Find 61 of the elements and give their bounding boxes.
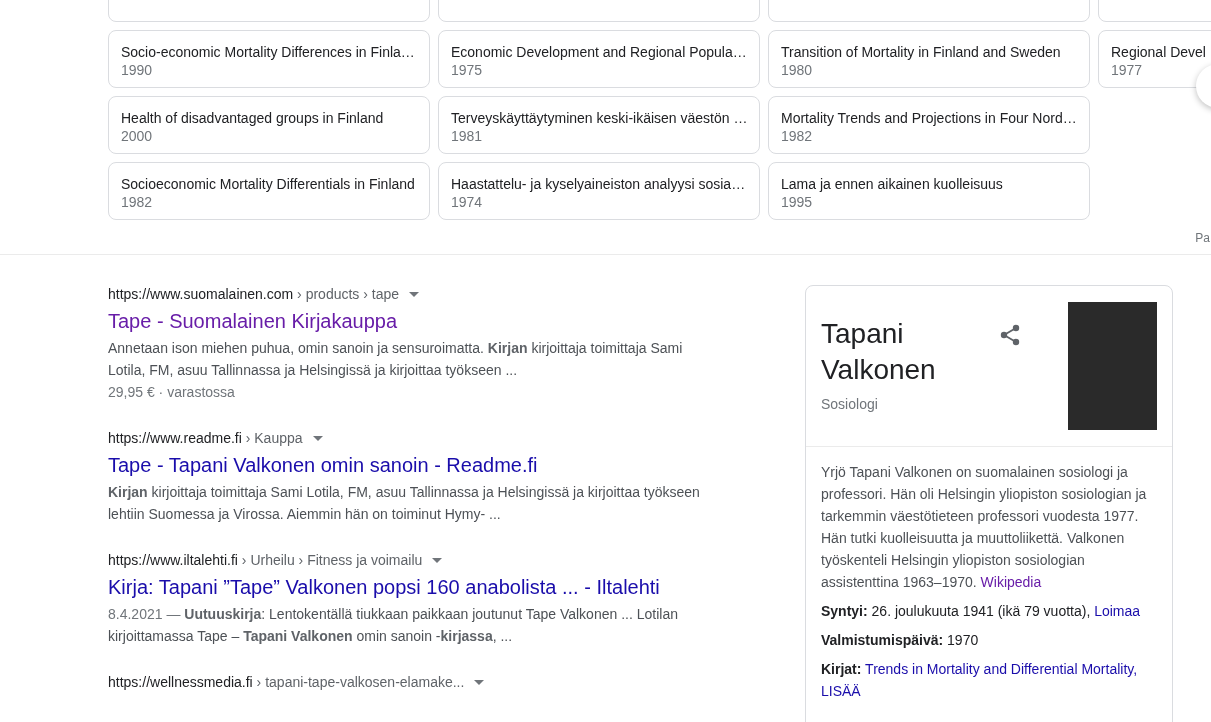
book-title: Lama ja ennen aikainen kuolleisuus (781, 175, 1004, 193)
result-url: https://wellnessmedia.fi (108, 673, 253, 691)
book-card[interactable]: Haastattelu- ja kyselyaineiston analyysi sosia… 1974 (438, 162, 760, 220)
result-title-link[interactable]: Tape - Tapani Valkonen omin sanoin - Readme.fi (108, 452, 538, 478)
feedback-link[interactable]: Pa (1195, 230, 1210, 245)
result-breadcrumb: › tapani-tape-valkosen-elamake... (255, 673, 465, 691)
result-snippet: Annetaan ison miehen puhua, omin sanoin ja sensuroimatta. Kirjan kirjoittaja toimittaja Sami Lotila, FM, asuu Tallinnassa ja Helsingissä ja kirjoittaa työkseen ... (108, 339, 684, 380)
caret-icon[interactable] (474, 679, 485, 685)
price-info: 29,95 € · varastossa (108, 383, 236, 402)
result-snippet: 8.4.2021 — Uutuuskirja: Lentokentällä tiukkaan paikkaan joutunut Tape Valkonen ... Lotilan kirjoittamassa Tape – Tapani Valkonen omin sanoin -kirjassa, ... (108, 605, 679, 646)
book-title: Socio-economic Mortality Differences in Finla… (121, 43, 416, 61)
person-name: Tapani Valkonen (821, 317, 937, 387)
book-year: 2000 (121, 127, 154, 145)
book-year: 1981 (451, 127, 484, 145)
book-card[interactable]: Lama ja ennen aikainen kuolleisuus 1995 (768, 162, 1090, 220)
result-url: https://www.iltalehti.fi (108, 551, 238, 569)
book-year: 1977 (1111, 61, 1144, 79)
book-year: 1990 (121, 61, 154, 79)
book-year: 1974 (451, 193, 484, 211)
book-title: Economic Development and Regional Popula… (451, 43, 747, 61)
result-snippet: Kirjan kirjoittaja toimittaja Sami Lotila, FM, asuu Tallinnassa ja Helsingissä ja kirjoittaa työkseen lehtiin Suomessa ja Virossa. Aiemmin hän on toiminut Hymy- ... (108, 483, 701, 524)
fact-row-text: Kirjat: Trends in Mortality and Differential Mortality, LISÄÄ (821, 660, 1139, 701)
person-description: Yrjö Tapani Valkonen on suomalainen sosiologi ja professori. Hän oli Helsingin yliopiston sosiologian ja tarkemmin väestötieteen professori vuodesta 1977. Hän tutki kuolleisuutta ja muuttoliikettä. Valkonen työskenteli Helsingin yliopiston sosiologian assistenttina 1963–1970. Wikipedia (821, 463, 1148, 592)
book-title: Transition of Mortality in Finland and Sweden (781, 43, 1062, 61)
result-breadcrumb: › Kauppa (244, 429, 303, 447)
book-year: 1980 (781, 61, 814, 79)
book-title: Mortality Trends and Projections in Four Nord… (781, 109, 1077, 127)
book-card[interactable]: Terveyskäyttäytyminen keski-ikäisen väestön … 1981 (438, 96, 760, 154)
book-year: 1982 (121, 193, 154, 211)
photo-placeholder[interactable] (1068, 302, 1157, 430)
result-title-link[interactable]: Kirja: Tapani ”Tape” Valkonen popsi 160 anabolista ... - Iltalehti (108, 574, 660, 600)
result-url: https://www.suomalainen.com (108, 285, 294, 303)
caret-icon[interactable] (409, 291, 420, 297)
fact-link[interactable]: Loimaa (1094, 603, 1141, 619)
book-card[interactable]: Mortality Trends and Projections in Four Nord… 1982 (768, 96, 1090, 154)
book-year: 1982 (781, 127, 814, 145)
book-card[interactable]: Socio-economic Mortality Differences in Finla… 1990 (108, 30, 430, 88)
book-title: Haastattelu- ja kyselyaineiston analyysi sosia… (451, 175, 747, 193)
caret-icon[interactable] (432, 557, 443, 563)
book-card[interactable]: Socioeconomic Mortality Differentials in Finland 1982 (108, 162, 430, 220)
fact-link[interactable]: Trends in Mortality and Differential Mortality, (865, 661, 1138, 677)
book-card[interactable]: Transition of Mortality in Finland and Sweden 1980 (768, 30, 1090, 88)
fact-link[interactable]: LISÄÄ (821, 683, 861, 699)
book-card[interactable]: Health of disadvantaged groups in Finland 2000 (108, 96, 430, 154)
book-title: Regional Devel (1111, 43, 1207, 61)
book-card[interactable]: Economic Development and Regional Popula… 1975 (438, 30, 760, 88)
wikipedia-link[interactable]: Wikipedia (980, 574, 1042, 590)
person-occupation: Sosiologi (821, 396, 879, 412)
result-breadcrumb: › products › tape (296, 285, 400, 303)
caret-icon[interactable] (312, 435, 323, 441)
fact-row-text: Syntyi: 26. joulukuuta 1941 (ikä 79 vuotta), Loimaa (821, 602, 1142, 621)
book-title: Health of disadvantaged groups in Finland (121, 109, 385, 127)
result-title-link[interactable]: Tape - Suomalainen Kirjakauppa (108, 308, 398, 334)
share-icon[interactable] (1000, 324, 1020, 346)
book-title: Socioeconomic Mortality Differentials in Finland (121, 175, 416, 193)
book-year: 1995 (781, 193, 814, 211)
book-title: Terveyskäyttäytyminen keski-ikäisen väestön … (451, 109, 747, 127)
result-breadcrumb: › Urheilu › Fitness ja voimailu (240, 551, 423, 569)
result-url: https://www.readme.fi (108, 429, 242, 447)
fact-row-text: Valmistumispäivä: 1970 (821, 631, 980, 650)
book-year: 1975 (451, 61, 484, 79)
